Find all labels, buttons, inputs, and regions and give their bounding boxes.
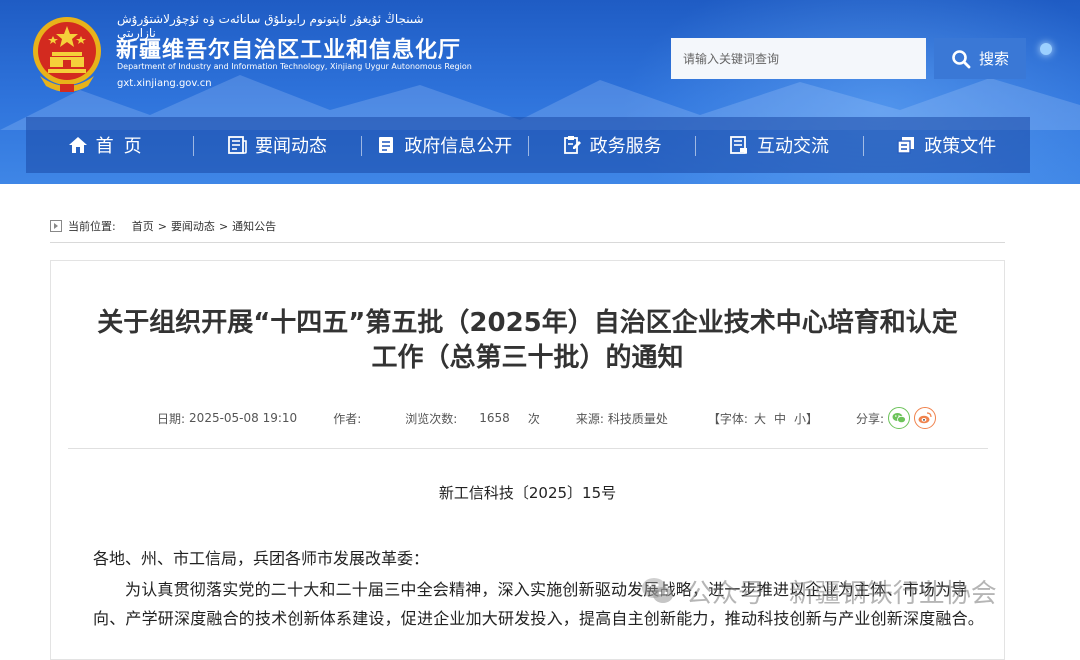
nav-item-label: 政策文件 bbox=[924, 136, 997, 157]
breadcrumb-separator: > bbox=[157, 219, 167, 233]
decorative-dot bbox=[1040, 43, 1052, 55]
breadcrumb-notices[interactable]: 通知公告 bbox=[232, 218, 276, 234]
breadcrumb-home[interactable]: 首页 bbox=[132, 218, 154, 234]
wechat-share-icon[interactable] bbox=[888, 407, 911, 429]
home-icon bbox=[68, 137, 87, 153]
date-label: 日期: bbox=[157, 411, 186, 426]
meta-divider bbox=[68, 448, 988, 449]
nav-item-label: 互动交流 bbox=[756, 136, 829, 157]
weibo-share-icon[interactable] bbox=[914, 407, 937, 429]
service-icon bbox=[563, 136, 581, 154]
nav-item-news[interactable]: 要闻动态 bbox=[193, 117, 360, 173]
nav-item-interaction[interactable]: 互动交流 bbox=[695, 117, 862, 173]
search-icon bbox=[952, 49, 971, 68]
newspaper-icon bbox=[228, 136, 247, 154]
article-title-line1: 关于组织开展“十四五”第五批（2025年）自治区企业技术中心培育和认定 bbox=[97, 308, 958, 338]
search-button[interactable]: 搜索 bbox=[934, 38, 1026, 79]
font-size-label: 【字体: bbox=[707, 411, 748, 426]
document-icon bbox=[379, 137, 394, 153]
nav-item-home[interactable]: 首页 bbox=[26, 117, 193, 173]
site-name-english: Department of Industry and Information T… bbox=[117, 62, 472, 71]
share-label: 分享: bbox=[856, 411, 885, 426]
search-button-label: 搜索 bbox=[978, 50, 1009, 68]
files-icon bbox=[897, 137, 915, 154]
views-unit: 次 bbox=[527, 411, 540, 426]
addressee: 各地、州、市工信局，兵团各师市发展改革委： bbox=[93, 549, 430, 568]
publish-date: 2025-05-08 19:10 bbox=[189, 411, 298, 425]
nav-item-gov-info[interactable]: 政府信息公开 bbox=[360, 117, 528, 173]
breadcrumb: 当前位置: 首页 > 要闻动态 > 通知公告 bbox=[50, 218, 276, 234]
font-small-button[interactable]: 小】 bbox=[794, 410, 818, 427]
nav-item-label: 首页 bbox=[95, 136, 152, 157]
nav-item-policy[interactable]: 政策文件 bbox=[862, 117, 1030, 173]
site-url: gxt.xinjiang.gov.cn bbox=[117, 78, 212, 89]
location-icon bbox=[50, 220, 62, 232]
national-emblem-icon bbox=[33, 17, 101, 92]
font-medium-button[interactable]: 中 bbox=[774, 410, 786, 427]
nav-item-label: 政务服务 bbox=[589, 136, 662, 157]
nav-item-label: 政府信息公开 bbox=[404, 136, 513, 157]
source-label: 来源: bbox=[575, 411, 604, 426]
breadcrumb-current-label: 当前位置: bbox=[68, 220, 116, 233]
article-title: 关于组织开展“十四五”第五批（2025年）自治区企业技术中心培育和认定 工作（总… bbox=[0, 306, 1055, 376]
site-name[interactable]: 新疆维吾尔自治区工业和信息化厅 bbox=[116, 32, 461, 64]
views-label: 浏览次数: bbox=[405, 411, 458, 426]
wechat-logo-icon bbox=[642, 577, 673, 603]
breadcrumb-separator: > bbox=[218, 219, 229, 233]
font-large-button[interactable]: 大 bbox=[754, 410, 766, 427]
article-title-line2: 工作（总第三十批）的通知 bbox=[371, 343, 684, 373]
nav-item-label: 要闻动态 bbox=[254, 136, 327, 157]
wechat-watermark: 公众号 · 新疆钢铁行业协会 bbox=[640, 573, 997, 610]
source-value: 科技质量处 bbox=[607, 411, 668, 426]
nav-item-services[interactable]: 政务服务 bbox=[527, 117, 695, 173]
chat-icon bbox=[730, 136, 747, 154]
site-header: شىنجاڭ ئۇيغۇر ئاپتونوم رايونلۇق سانائەت … bbox=[0, 0, 1080, 184]
search-input[interactable] bbox=[671, 38, 926, 79]
watermark-text: 公众号 · 新疆钢铁行业协会 bbox=[686, 579, 997, 609]
main-nav: 首页 要闻动态 政府信息公开 政务服务 互动交流 政策文件 bbox=[26, 117, 1030, 173]
document-number: 新工信科技〔2025〕15号 bbox=[438, 484, 617, 502]
article-meta: 日期: 2025-05-08 19:10 作者: 浏览次数: 1658 次 来源… bbox=[157, 407, 937, 429]
breadcrumb-divider bbox=[50, 242, 1005, 243]
views-count: 1658 bbox=[479, 411, 510, 425]
author-label: 作者: bbox=[333, 411, 362, 426]
breadcrumb-news[interactable]: 要闻动态 bbox=[171, 218, 215, 234]
